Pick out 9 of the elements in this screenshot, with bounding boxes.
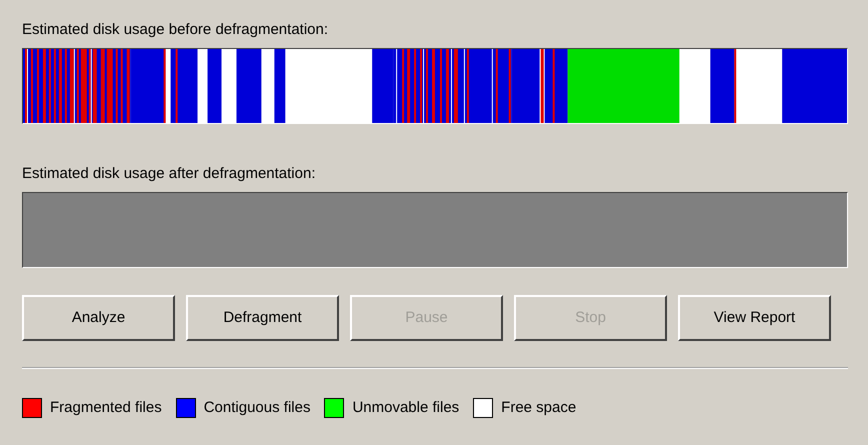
legend-label: Free space [501, 398, 576, 418]
before-label: Estimated disk usage before defragmentation: [22, 20, 330, 40]
action-button[interactable]: Analyze [22, 295, 175, 341]
after-label: Estimated disk usage after defragmentation: [22, 164, 316, 184]
legend-label: Contiguous files [204, 398, 310, 418]
action-button[interactable]: View Report [678, 295, 831, 341]
legend-label: Unmovable files [352, 398, 460, 418]
legend-label: Fragmented files [50, 398, 162, 418]
action-button[interactable]: Defragment [186, 295, 339, 341]
